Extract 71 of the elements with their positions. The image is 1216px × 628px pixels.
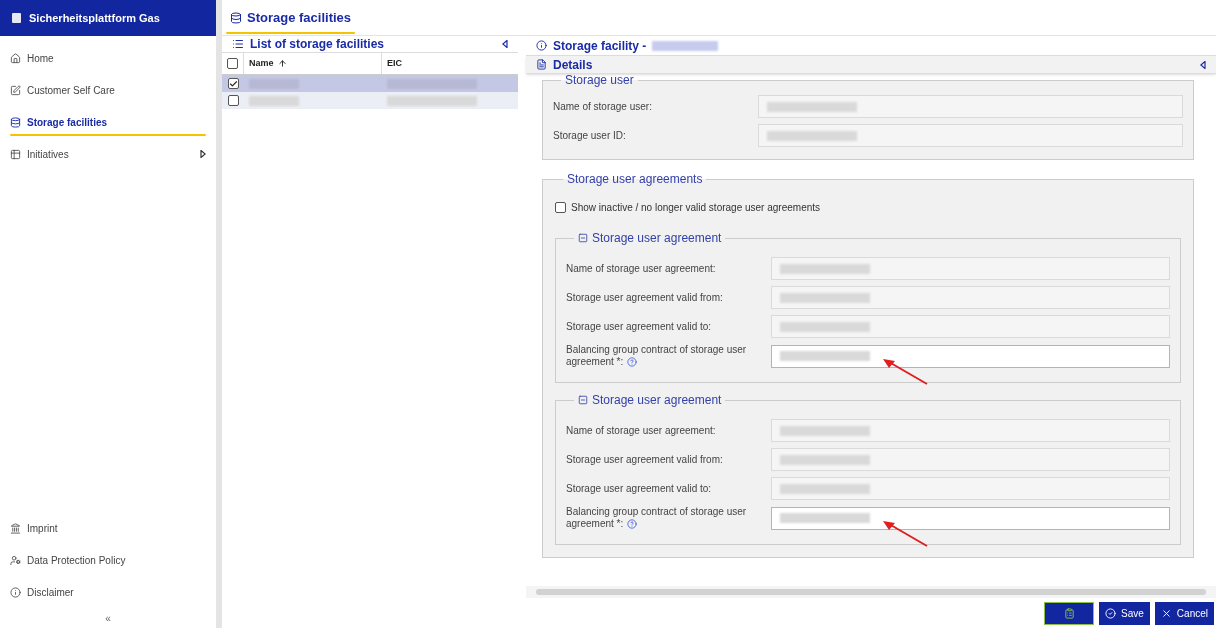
nav-item[interactable]: Customer Self Care	[10, 74, 206, 106]
checkbox[interactable]	[555, 202, 566, 213]
collapse-icon[interactable]	[1200, 60, 1206, 69]
field-label: Name of storage user agreement:	[566, 262, 717, 275]
detail-title: Storage facility -	[553, 37, 647, 55]
input-field[interactable]	[771, 286, 1170, 309]
input-field[interactable]	[771, 315, 1170, 338]
section-title: Storage user agreements	[567, 171, 703, 188]
redacted-value	[249, 95, 299, 106]
expand-icon[interactable]	[200, 150, 206, 158]
checkbox[interactable]	[227, 58, 238, 69]
column-header[interactable]: EIC	[382, 53, 518, 74]
list-icon	[232, 38, 244, 50]
help-icon[interactable]	[627, 519, 638, 530]
document-icon	[536, 59, 547, 70]
field-label: Storage user agreement valid from:	[566, 291, 724, 304]
field-label: Storage user agreement valid from:	[566, 453, 724, 466]
checkbox[interactable]	[227, 78, 239, 89]
clipboard-button[interactable]	[1044, 601, 1095, 625]
column-header[interactable]: Name	[244, 53, 382, 74]
save-button[interactable]: Save	[1099, 601, 1150, 625]
details-title: Details	[553, 56, 594, 74]
section-title: Storage user agreement	[592, 392, 722, 409]
input-field[interactable]	[758, 95, 1183, 118]
footer-link[interactable]: Data Protection Policy	[10, 544, 206, 576]
edit-icon	[10, 84, 21, 96]
app-title: Sicherheitsplattform Gas	[29, 10, 160, 26]
collapse-icon[interactable]	[502, 40, 508, 48]
checkbox[interactable]	[227, 95, 239, 106]
logo-icon	[12, 13, 21, 23]
redacted-value	[652, 40, 719, 51]
check-circle-icon	[1105, 607, 1117, 619]
close-icon	[1160, 607, 1172, 619]
input-field[interactable]	[771, 257, 1170, 280]
collapse-sidebar-button[interactable]: «	[105, 608, 111, 628]
field-label: Balancing group contract of storage user agreement *:	[566, 506, 748, 530]
field-label: Name of storage user:	[553, 100, 653, 113]
table-icon	[10, 148, 21, 160]
field-label: Name of storage user agreement:	[566, 424, 717, 437]
input-field[interactable]	[771, 477, 1170, 500]
bank-icon	[10, 522, 21, 534]
nav-item[interactable]: Initiatives	[10, 138, 206, 170]
input-field[interactable]	[771, 419, 1170, 442]
input-field[interactable]	[771, 506, 1170, 530]
field-label: Storage user ID:	[553, 129, 627, 142]
user-icon	[10, 554, 21, 566]
nav-item[interactable]: Home	[10, 42, 206, 74]
section-title: Storage user	[565, 74, 634, 89]
input-field[interactable]	[758, 124, 1183, 147]
page-tab[interactable]: Storage facilities	[226, 1, 356, 34]
cancel-button[interactable]: Cancel	[1154, 601, 1214, 625]
info-icon	[10, 586, 21, 598]
input-field[interactable]	[771, 344, 1170, 368]
panel-title: List of storage facilities	[250, 36, 386, 53]
section-title: Storage user agreement	[592, 230, 722, 247]
field-label: Balancing group contract of storage user agreement *:	[566, 344, 748, 368]
field-label: Storage user agreement valid to:	[566, 320, 713, 333]
home-icon	[10, 52, 21, 64]
checkbox-label[interactable]: Show inactive / no longer valid storage user agreements	[571, 200, 821, 215]
info-icon	[536, 40, 547, 51]
nav-item[interactable]: Storage facilities	[10, 106, 206, 138]
help-icon[interactable]	[627, 357, 638, 368]
clipboard-icon	[1063, 607, 1075, 619]
input-field[interactable]	[771, 448, 1170, 471]
horizontal-scrollbar[interactable]	[526, 586, 1216, 598]
sort-arrow-icon	[277, 59, 287, 68]
footer-link[interactable]: Disclaimer	[10, 576, 206, 608]
database-icon	[10, 116, 21, 128]
field-label: Storage user agreement valid to:	[566, 482, 713, 495]
database-icon	[230, 11, 242, 24]
footer-link[interactable]: Imprint	[10, 512, 206, 544]
